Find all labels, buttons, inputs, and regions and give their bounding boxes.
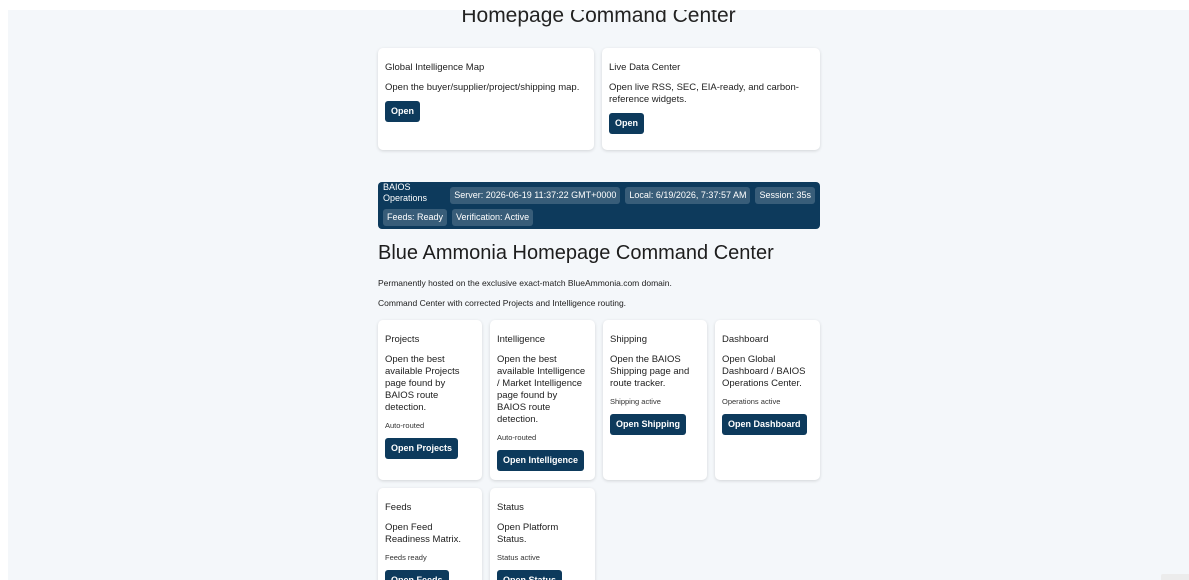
card-feeds: Feeds Open Feed Readiness Matrix. Feeds … [378,488,482,580]
routing-subtitle: Command Center with corrected Projects a… [378,298,627,308]
card-description: Open the BAIOS Shipping page and route t… [610,354,690,389]
card-title: Intelligence [497,334,546,345]
operations-label: BAIOS Operations [383,182,428,203]
card-title: Live Data Center [609,62,681,73]
open-global-map-button[interactable]: Open [385,101,421,122]
card-status-note: Feeds ready [385,553,427,562]
corner-badge-icon [1161,574,1189,580]
server-time-chip: Server: 2026-06-19 11:37:22 GMT+0000 [450,186,621,204]
open-projects-button[interactable]: Open Projects [385,438,459,459]
open-intelligence-button[interactable]: Open Intelligence [497,450,585,471]
verification-status-chip: Verification: Active [452,208,534,226]
open-feeds-button[interactable]: Open Feeds [385,570,449,580]
open-status-button[interactable]: Open Status [497,570,563,580]
card-dashboard: Dashboard Open Global Dashboard / BAIOS … [715,320,820,480]
top-page-title: Homepage Command Center [461,10,736,27]
session-chip: Session: 35s [755,186,815,204]
open-dashboard-button[interactable]: Open Dashboard [722,414,807,435]
local-time-chip: Local: 6/19/2026, 7:37:57 AM [625,186,751,204]
card-projects: Projects Open the best available Project… [378,320,482,480]
card-intelligence: Intelligence Open the best available Int… [490,320,595,480]
card-status-note: Shipping active [610,397,661,406]
card-title: Feeds [385,502,412,513]
card-live-data-center: Live Data Center Open live RSS, SEC, EIA… [602,48,820,150]
card-title: Projects [385,334,420,345]
card-description: Open Platform Status. [497,522,559,545]
card-global-intelligence-map: Global Intelligence Map Open the buyer/s… [378,48,594,150]
open-shipping-button[interactable]: Open Shipping [610,414,686,435]
card-title: Shipping [610,334,647,345]
card-description: Open live RSS, SEC, EIA-ready, and carbo… [609,82,799,105]
card-status-note: Operations active [722,397,781,406]
operations-status-bar: BAIOS Operations Server: 2026-06-19 11:3… [378,182,820,229]
page-area: Homepage Command Center Global Intellige… [8,10,1189,580]
card-description: Open Global Dashboard / BAIOS Operations… [722,354,806,389]
feeds-status-chip: Feeds: Ready [383,208,448,226]
card-description: Open the best available Intelligence / M… [497,354,586,425]
main-heading: Blue Ammonia Homepage Command Center [378,242,774,264]
card-status: Status Open Platform Status. Status acti… [490,488,595,580]
card-status-note: Auto-routed [497,433,537,442]
card-status-note: Status active [497,553,540,562]
card-description: Open Feed Readiness Matrix. [385,522,462,545]
card-title: Dashboard [722,334,769,345]
card-description: Open the buyer/supplier/project/shipping… [385,82,580,93]
open-live-data-button[interactable]: Open [609,113,645,134]
card-description: Open the best available Projects page fo… [385,354,460,413]
domain-subtitle: Permanently hosted on the exclusive exac… [378,278,672,288]
card-shipping: Shipping Open the BAIOS Shipping page an… [603,320,707,480]
card-title: Status [497,502,524,513]
card-status-note: Auto-routed [385,421,425,430]
card-title: Global Intelligence Map [385,62,485,73]
